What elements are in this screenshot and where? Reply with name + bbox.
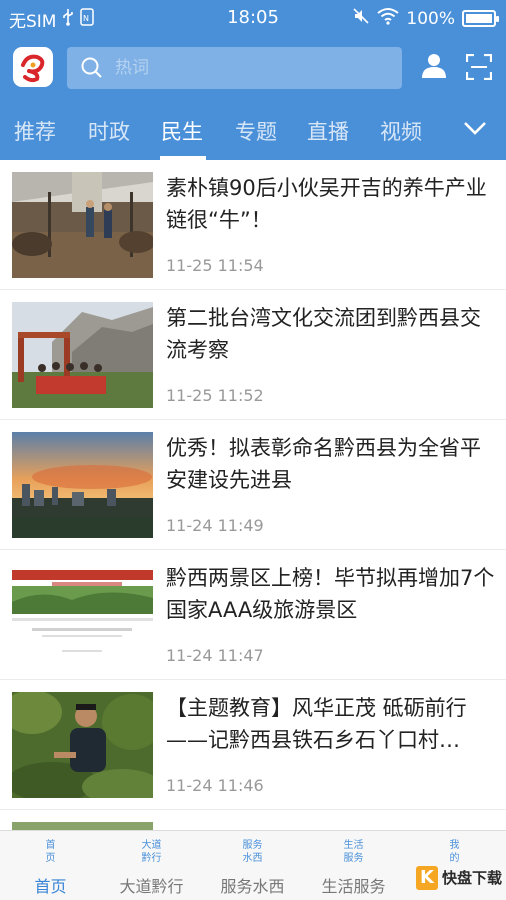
news-thumbnail [12,432,153,538]
news-time: 11-25 11:54 [166,256,264,275]
battery-percent: 100% [406,8,455,29]
nav-label: 生活服务 [321,877,386,896]
news-thumbnail [12,172,153,278]
tab-video[interactable]: 视频 [380,116,422,146]
news-item[interactable] [0,810,506,830]
tab-live[interactable]: 直播 [307,116,349,146]
news-item[interactable]: 优秀！拟表彰命名黔西县为全省平安建设先进县 11-24 11:49 [0,420,506,550]
search-bar[interactable] [67,47,402,89]
nav-home[interactable]: 首 页 首页 [0,831,101,900]
profile-icon: 我 的 [449,840,460,864]
nav-label: 大道黔行 [119,877,184,896]
tab-politics[interactable]: 时政 [88,116,130,146]
tab-special[interactable]: 专题 [235,116,277,146]
service-icon: 服务 水西 [242,840,263,864]
watermark-logo: K [416,866,438,890]
status-bar: 无SIM N 18:05 100% [0,0,506,36]
chevron-down-icon[interactable] [462,118,488,142]
life-icon: 生活 服务 [343,840,364,864]
category-tabs: 推荐 时政 民生 专题 直播 视频 [0,102,506,160]
news-list: 素朴镇90后小伙吴开吉的养牛产业链很“牛”！ 11-25 11:54 第二批台湾… [0,160,506,830]
search-input[interactable] [115,47,385,89]
news-item[interactable]: 第二批台湾文化交流团到黔西县交流考察 11-25 11:52 [0,290,506,420]
search-icon [81,57,103,83]
nav-life-service[interactable]: 生活 服务 生活服务 [303,831,404,900]
news-time: 11-24 11:46 [166,776,264,795]
nav-label: 首页 [34,877,67,896]
nav-label: 服务水西 [220,877,285,896]
news-thumbnail [12,822,153,830]
news-thumbnail [12,562,153,668]
mute-icon [352,7,370,30]
news-item[interactable]: 【主题教育】风华正茂 砥砺前行——记黔西县铁石乡石丫口村… 11-24 11:4… [0,680,506,810]
top-header [0,36,506,102]
nav-service-shuixi[interactable]: 服务 水西 服务水西 [202,831,303,900]
nav-dadao-qianxing[interactable]: 大道 黔行 大道黔行 [101,831,202,900]
news-item[interactable]: 素朴镇90后小伙吴开吉的养牛产业链很“牛”！ 11-25 11:54 [0,160,506,290]
watermark-text: 快盘下载 [442,869,503,887]
news-title: 优秀！拟表彰命名黔西县为全省平安建设先进县 [166,436,481,492]
home-icon: 首 页 [45,840,56,864]
news-time: 11-24 11:49 [166,516,264,535]
news-title: 素朴镇90后小伙吴开吉的养牛产业链很“牛”！ [166,176,487,232]
scan-icon[interactable] [465,53,493,84]
user-icon[interactable] [420,52,448,84]
wifi-icon [377,7,400,30]
news-thumbnail [12,302,153,408]
news-title: 黔西两景区上榜！毕节拟再增加7个国家AAA级旅游景区 [166,566,495,622]
news-time: 11-24 11:47 [166,646,264,665]
news-item[interactable]: 黔西两景区上榜！毕节拟再增加7个国家AAA级旅游景区 11-24 11:47 [0,550,506,680]
battery-icon [462,10,499,27]
news-time: 11-25 11:52 [166,386,264,405]
news-thumbnail [12,692,153,798]
tab-livelihood[interactable]: 民生 [161,116,203,146]
dadao-icon: 大道 黔行 [141,840,162,864]
tab-recommend[interactable]: 推荐 [14,116,56,146]
app-logo[interactable] [13,47,53,87]
watermark: K 快盘下载 [416,866,502,890]
news-title: 【主题教育】风华正茂 砥砺前行——记黔西县铁石乡石丫口村… [166,696,467,752]
news-title: 第二批台湾文化交流团到黔西县交流考察 [166,306,481,362]
